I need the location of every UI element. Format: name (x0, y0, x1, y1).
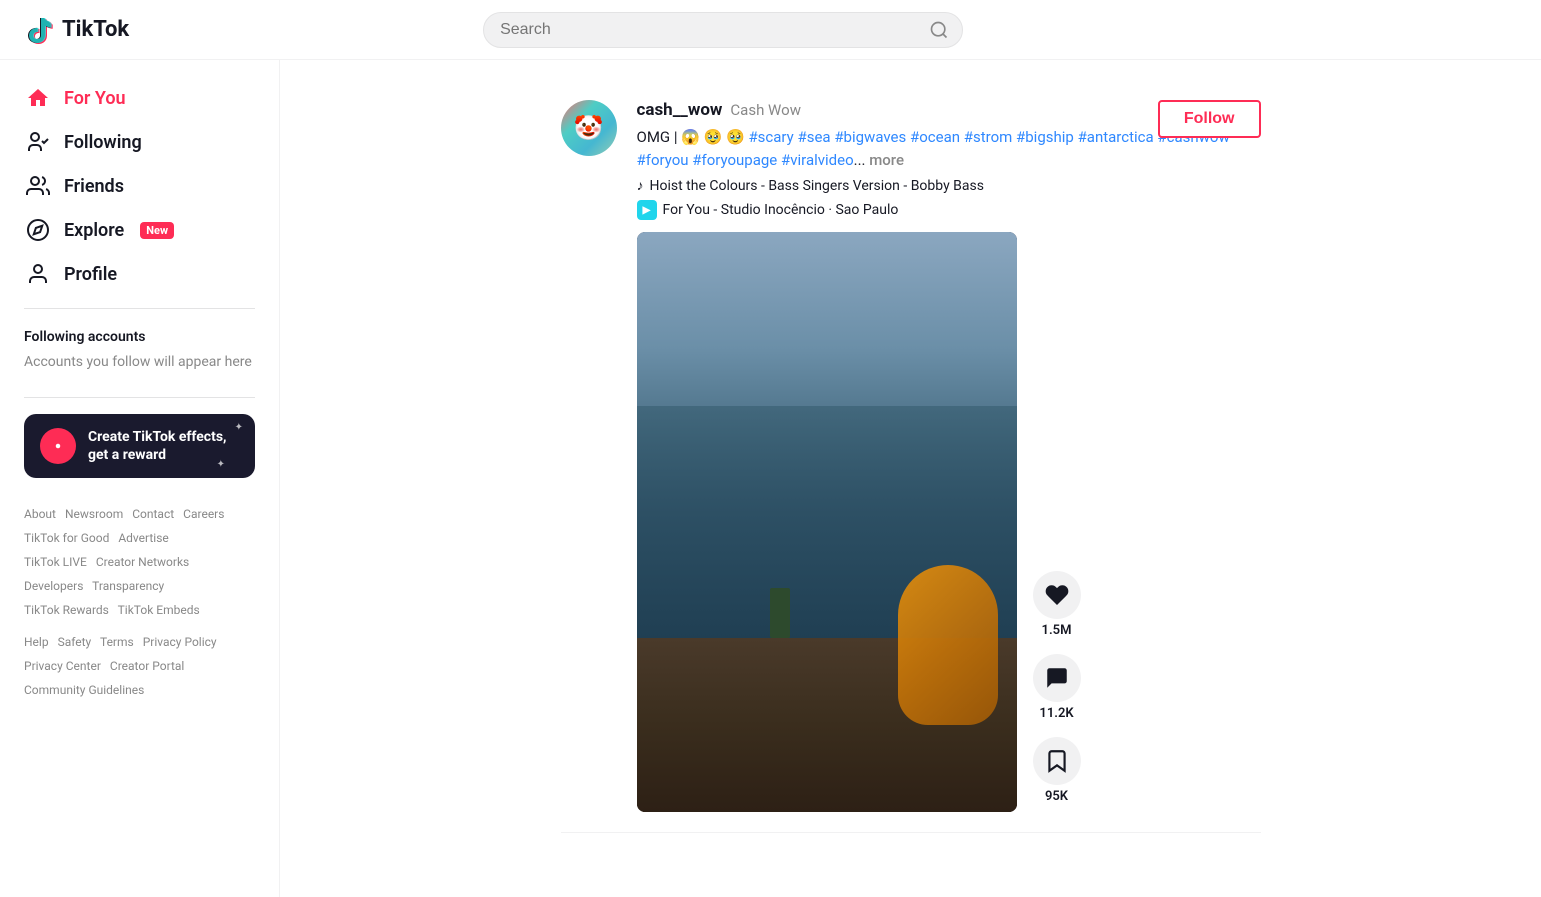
description-more[interactable]: more (869, 151, 904, 169)
hashtag-viralvideo[interactable]: #viralvideo (781, 151, 854, 169)
sidebar-divider-1 (24, 308, 255, 309)
friends-icon (24, 174, 52, 198)
footer-link-advertise[interactable]: Advertise (118, 531, 168, 545)
footer-link-careers[interactable]: Careers (183, 507, 224, 521)
following-icon (24, 130, 52, 154)
sidebar-item-following[interactable]: Following (8, 120, 271, 164)
bookmark-icon (1044, 748, 1070, 774)
hashtag-antarctica[interactable]: #antarctica (1078, 128, 1154, 146)
sidebar-divider-2 (24, 397, 255, 398)
video-player-area: 1.5M 11.2K (637, 232, 1261, 812)
music-note-icon: ♪ (637, 177, 644, 194)
username[interactable]: cash__wow (637, 100, 723, 120)
profile-icon (24, 262, 52, 286)
like-icon-circle (1033, 571, 1081, 619)
effects-text: Create TikTok effects, get a reward (88, 428, 226, 464)
main-feed: Follow 🤡 cash__wow Cash Wow OMG | 😱 🥹 🥹 (280, 60, 1541, 853)
follow-button[interactable]: Follow (1158, 100, 1261, 138)
sidebar-item-profile[interactable]: Profile (8, 252, 271, 296)
footer-link-terms[interactable]: Terms (100, 635, 134, 649)
footer-link-transparency[interactable]: Transparency (92, 579, 164, 593)
person-silhouette (770, 588, 790, 638)
bookmark-count: 95K (1045, 789, 1068, 804)
footer-link-creator-networks[interactable]: Creator Networks (96, 555, 189, 569)
footer-link-newsroom[interactable]: Newsroom (65, 507, 123, 521)
footer-link-privacy-policy[interactable]: Privacy Policy (143, 635, 217, 649)
sidebar-item-for-you-label: For You (64, 88, 126, 109)
sidebar-item-profile-label: Profile (64, 264, 117, 285)
video-card: Follow 🤡 cash__wow Cash Wow OMG | 😱 🥹 🥹 (561, 80, 1261, 833)
hashtag-foryoupage[interactable]: #foryoupage (692, 151, 777, 169)
create-effects-button[interactable]: Create TikTok effects, get a reward ✦ ✦ (24, 414, 255, 478)
effects-icon (40, 428, 76, 464)
footer-link-tiktok-embeds[interactable]: TikTok Embeds (118, 603, 200, 617)
sound-info: ▶ For You - Studio Inocêncio · Sao Paulo (637, 200, 1261, 220)
footer-link-community-guidelines[interactable]: Community Guidelines (24, 683, 144, 697)
header: TikTok (0, 0, 1541, 60)
user-avatar[interactable]: 🤡 (561, 100, 617, 156)
logo[interactable]: TikTok (24, 14, 129, 46)
search-input[interactable] (483, 12, 963, 48)
video-thumbnail[interactable] (637, 232, 1017, 812)
action-buttons: 1.5M 11.2K (1033, 571, 1081, 812)
hashtag-bigwaves[interactable]: #bigwaves (834, 128, 906, 146)
footer-link-safety[interactable]: Safety (58, 635, 92, 649)
star-deco-2: ✦ (217, 459, 225, 470)
app-body: For You Following Friends Explore New (0, 60, 1541, 853)
hashtag-scary[interactable]: #scary (748, 128, 793, 146)
search-bar (483, 12, 963, 48)
footer-link-tiktok-for-good[interactable]: TikTok for Good (24, 531, 109, 545)
footer-link-contact[interactable]: Contact (132, 507, 174, 521)
sidebar-item-explore-label: Explore (64, 220, 124, 241)
hashtag-ocean[interactable]: #ocean (910, 128, 960, 146)
comment-icon-circle (1033, 654, 1081, 702)
bookmark-icon-circle (1033, 737, 1081, 785)
sidebar-item-friends-label: Friends (64, 176, 124, 197)
buoy-shape (898, 565, 998, 725)
like-count: 1.5M (1042, 623, 1072, 638)
like-button[interactable]: 1.5M (1033, 571, 1081, 638)
sidebar-item-for-you[interactable]: For You (8, 76, 271, 120)
home-icon (24, 86, 52, 110)
footer-link-help[interactable]: Help (24, 635, 49, 649)
footer-link-privacy-center[interactable]: Privacy Center (24, 659, 101, 673)
sidebar-item-friends[interactable]: Friends (8, 164, 271, 208)
following-accounts-sub: Accounts you follow will appear here (8, 349, 271, 385)
footer-link-tiktok-live[interactable]: TikTok LIVE (24, 555, 87, 569)
comment-icon (1044, 665, 1070, 691)
explore-icon (24, 218, 52, 242)
logo-text: TikTok (62, 17, 129, 42)
sound-name[interactable]: For You - Studio Inocêncio · Sao Paulo (663, 202, 899, 218)
footer-link-developers[interactable]: Developers (24, 579, 83, 593)
comment-button[interactable]: 11.2K (1033, 654, 1081, 721)
hashtag-strom[interactable]: #strom (964, 128, 1013, 146)
music-name[interactable]: Hoist the Colours - Bass Singers Version… (650, 178, 984, 194)
sidebar: For You Following Friends Explore New (0, 60, 280, 897)
tiktok-logo-icon (24, 14, 56, 46)
hashtag-bigship[interactable]: #bigship (1016, 128, 1074, 146)
bookmark-button[interactable]: 95K (1033, 737, 1081, 804)
footer-links: About Newsroom Contact Careers TikTok fo… (8, 494, 271, 710)
hashtag-sea[interactable]: #sea (797, 128, 830, 146)
sidebar-item-explore[interactable]: Explore New (8, 208, 271, 252)
search-button[interactable] (929, 20, 949, 40)
explore-new-badge: New (140, 222, 174, 239)
footer-link-about[interactable]: About (24, 507, 56, 521)
heart-icon (1044, 582, 1070, 608)
hashtag-foryou[interactable]: #foryou (637, 151, 689, 169)
footer-link-tiktok-rewards[interactable]: TikTok Rewards (24, 603, 109, 617)
star-deco-1: ✦ (235, 422, 243, 433)
feed: Follow 🤡 cash__wow Cash Wow OMG | 😱 🥹 🥹 (561, 80, 1261, 833)
comment-count: 11.2K (1039, 706, 1073, 721)
avatar-image: 🤡 (561, 100, 617, 156)
music-info: ♪ Hoist the Colours - Bass Singers Versi… (637, 177, 1261, 194)
following-accounts-title: Following accounts (8, 321, 271, 349)
footer-link-creator-portal[interactable]: Creator Portal (110, 659, 184, 673)
video-background (637, 232, 1017, 812)
search-icon (929, 20, 949, 40)
sidebar-item-following-label: Following (64, 132, 142, 153)
sound-badge-icon: ▶ (637, 200, 657, 220)
video-info: cash__wow Cash Wow OMG | 😱 🥹 🥹 #scary #s… (637, 100, 1261, 812)
display-name: Cash Wow (730, 101, 801, 119)
